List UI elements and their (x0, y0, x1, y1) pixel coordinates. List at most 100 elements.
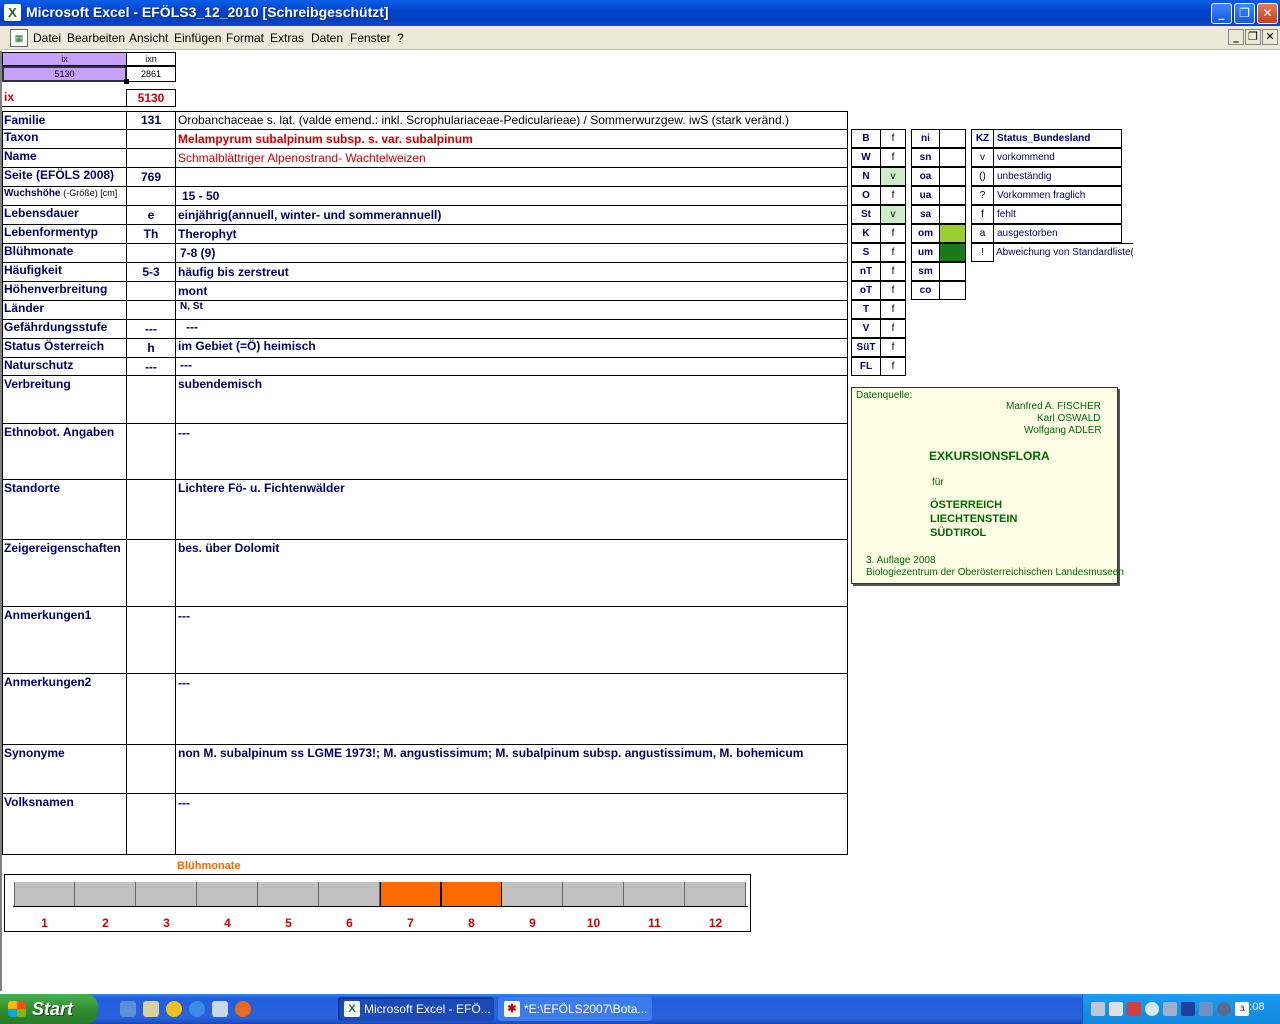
bundesland-code[interactable]: O (851, 186, 881, 205)
um-color-swatch[interactable] (939, 243, 966, 262)
haeufigkeit-code[interactable]: 5-3 (127, 265, 175, 279)
familie-value[interactable]: Orobanchaceae s. lat. (valde emend.: ink… (176, 113, 789, 127)
hoehenstufe-value[interactable] (939, 186, 966, 205)
network-icon[interactable] (1091, 1002, 1105, 1016)
bundesland-status[interactable]: v (880, 205, 906, 224)
seite-code[interactable]: 769 (127, 170, 175, 184)
doc-restore-button[interactable]: ❐ (1245, 29, 1261, 45)
bundesland-status[interactable]: f (880, 281, 906, 300)
ix-cell-selected[interactable]: 5130 (2, 66, 127, 82)
volksnamen-value[interactable]: --- (176, 796, 190, 810)
naturschutz-value[interactable]: --- (178, 358, 192, 372)
ixn-cell[interactable]: 2861 (126, 66, 176, 82)
gefaehrdung-code[interactable]: --- (127, 322, 175, 336)
fill-handle[interactable] (124, 79, 129, 84)
media-player-icon[interactable] (166, 1001, 182, 1017)
familie-code[interactable]: 131 (127, 113, 175, 127)
bundesland-status[interactable]: f (880, 148, 906, 167)
bundesland-code[interactable]: nT (851, 262, 881, 281)
naturschutz-code[interactable]: --- (127, 360, 175, 374)
bundesland-code[interactable]: FL (851, 357, 881, 376)
workbook-icon[interactable]: ▦ (10, 29, 28, 47)
gefaehrdung-value[interactable]: --- (184, 320, 198, 334)
menu-ansicht[interactable]: Ansicht (129, 31, 168, 45)
menu-datei[interactable]: Datei (33, 31, 61, 45)
clock[interactable]: 16:08 (1237, 1001, 1265, 1013)
doc-minimize-button[interactable]: _ (1228, 29, 1244, 45)
bundesland-code[interactable]: St (851, 205, 881, 224)
hoehe-value[interactable]: mont (176, 284, 207, 298)
internet-explorer-icon[interactable] (189, 1001, 205, 1017)
bundesland-code[interactable]: B (851, 129, 881, 148)
display-icon[interactable] (1199, 1002, 1213, 1016)
bundesland-code[interactable]: oT (851, 281, 881, 300)
verbreitung-value[interactable]: subendemisch (176, 377, 262, 391)
bundesland-code[interactable]: K (851, 224, 881, 243)
hoehenstufe-code[interactable]: co (911, 281, 940, 300)
anm2-value[interactable]: --- (176, 676, 190, 690)
bundesland-status[interactable]: f (880, 129, 906, 148)
security-alert-icon[interactable] (1127, 1002, 1141, 1016)
om-color-swatch[interactable] (939, 224, 966, 243)
excel-app-icon[interactable]: X (4, 4, 21, 21)
bundesland-status[interactable]: f (880, 262, 906, 281)
menu-daten[interactable]: Daten (311, 31, 343, 45)
search-icon[interactable] (1145, 1002, 1159, 1016)
bundesland-code[interactable]: W (851, 148, 881, 167)
hoehenstufe-code[interactable]: ni (911, 129, 940, 148)
shield-icon[interactable] (1181, 1002, 1195, 1016)
lebensdauer-value[interactable]: einjährig(annuell, winter- und sommerann… (176, 208, 441, 222)
hoehenstufe-code[interactable]: ua (911, 186, 940, 205)
zeiger-value[interactable]: bes. über Dolomit (176, 541, 279, 555)
hoehenstufe-value[interactable] (939, 148, 966, 167)
bundesland-status[interactable]: v (880, 167, 906, 186)
haeufigkeit-value[interactable]: häufig bis zerstreut (176, 265, 289, 279)
name-value[interactable]: Schmalblättriger Alpenostrand- Wachtelwe… (176, 151, 426, 165)
info-icon[interactable] (1217, 1002, 1231, 1016)
ethnobot-value[interactable]: --- (176, 426, 190, 440)
lebensdauer-code[interactable]: e (127, 208, 175, 222)
lebensform-value[interactable]: Therophyt (176, 227, 237, 241)
task-explorer-window[interactable]: ✱ *E:\EFÖLS2007\Bota... (498, 997, 652, 1021)
ix-header[interactable]: ix (2, 52, 127, 66)
bundesland-status[interactable]: f (880, 224, 906, 243)
ix-label[interactable]: ix (2, 89, 127, 107)
hoehenstufe-value[interactable] (939, 262, 966, 281)
start-button[interactable]: Start (0, 994, 98, 1024)
bundesland-status[interactable]: f (880, 319, 906, 338)
hoehenstufe-code[interactable]: um (911, 243, 940, 262)
bundesland-status[interactable]: f (880, 186, 906, 205)
status-value[interactable]: im Gebiet (=Ö) heimisch (176, 339, 316, 353)
bundesland-code[interactable]: N (851, 167, 881, 186)
volume-icon[interactable] (1109, 1002, 1123, 1016)
ixn-header[interactable]: ixn (126, 52, 176, 66)
minimize-button[interactable]: _ (1211, 3, 1232, 24)
hoehenstufe-code[interactable]: sn (911, 148, 940, 167)
laender-value[interactable]: N, St (178, 301, 203, 312)
hoehenstufe-value[interactable] (939, 167, 966, 186)
ix-value[interactable]: 5130 (126, 89, 176, 107)
task-excel[interactable]: X Microsoft Excel - EFÖ... (338, 997, 494, 1021)
hoehenstufe-code[interactable]: om (911, 224, 940, 243)
bundesland-code[interactable]: V (851, 319, 881, 338)
menu-fenster[interactable]: Fenster (350, 31, 391, 45)
bundesland-code[interactable]: S (851, 243, 881, 262)
show-desktop-icon[interactable] (120, 1001, 136, 1017)
tray-app-icon[interactable] (1163, 1002, 1177, 1016)
bundesland-status[interactable]: f (880, 300, 906, 319)
explorer-icon[interactable] (143, 1001, 159, 1017)
menu-format[interactable]: Format (226, 31, 264, 45)
bundesland-status[interactable]: f (880, 338, 906, 357)
hoehenstufe-value[interactable] (939, 129, 966, 148)
firefox-icon[interactable] (235, 1001, 251, 1017)
bundesland-code[interactable]: T (851, 300, 881, 319)
bundesland-code[interactable]: SüT (851, 338, 881, 357)
bluehmonate-value[interactable]: 7-8 (9) (178, 246, 215, 260)
restore-button[interactable]: ❐ (1234, 3, 1255, 24)
source-box[interactable]: Datenquelle: Manfred A. FISCHER Karl OSW… (851, 387, 1124, 584)
close-button[interactable]: ✕ (1257, 3, 1278, 24)
hoehenstufe-code[interactable]: oa (911, 167, 940, 186)
bundesland-status[interactable]: f (880, 243, 906, 262)
status-code[interactable]: h (127, 341, 175, 355)
hoehenstufe-value[interactable] (939, 205, 966, 224)
